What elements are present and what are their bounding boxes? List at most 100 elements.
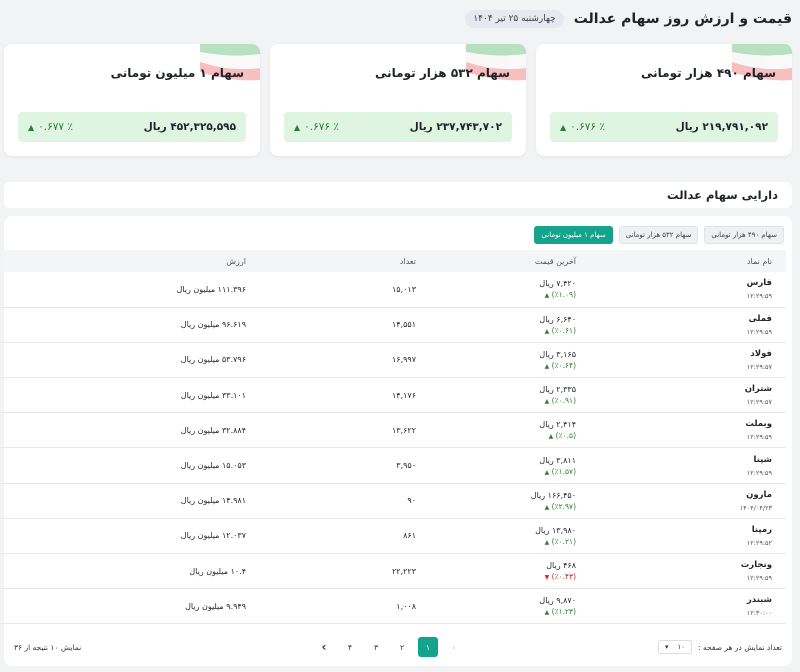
symbol-time: ۱۲:۲۹:۵۹: [746, 574, 772, 583]
cell-value: ۱۵.۰۵۳ میلیون ریال: [2, 448, 246, 483]
cell-price: ۲,۳۳۵ ریال (٪۰.۹۱) ▲: [416, 378, 576, 413]
table-row[interactable]: فولاد ۱۲:۲۹:۵۷ ۳,۱۶۵ ریال (٪۰.۶۴) ▲ ۱۶,۹۹۷ ۵۳…: [2, 342, 786, 378]
cell-symbol: ونجارت ۱۲:۲۹:۵۹: [576, 554, 786, 589]
per-page-label: تعداد نمایش در هر صفحه :: [698, 642, 782, 652]
cell-value: ۳۳.۱۰۱ میلیون ریال: [2, 378, 246, 413]
table-row[interactable]: ونجارت ۱۲:۲۹:۵۹ ۴۶۸ ریال (٪۰.۴۳) ▼ ۲۲,۲۲۳ ۱۰.…: [2, 554, 786, 589]
pagination-bar: تعداد نمایش در هر صفحه : ۱۰ ▾ ‹ ۱ ۲ ۳ ۴ …: [14, 636, 782, 658]
cell-value: ۵۳.۷۹۶ میلیون ریال: [2, 342, 246, 377]
cell-price: ۲,۴۱۴ ریال (٪۰.۵) ▲: [416, 413, 576, 448]
price-change: (٪۰.۲۱) ▲: [416, 537, 576, 546]
cell-symbol: مارون ۱۴۰۴/۰۴/۲۳: [576, 483, 786, 518]
cell-count: ۱,۰۰۸: [246, 589, 416, 624]
price-change: (٪۰.۶۴) ▲: [416, 361, 576, 370]
table-row[interactable]: شبندر ۱۲:۳۰:۰۰ ۹,۸۷۰ ریال (٪۱.۲۳) ▲ ۱,۰۰۸ ۹.۹…: [2, 589, 786, 624]
symbol-name: فولاد: [750, 348, 772, 359]
price-change: (٪۰.۵) ▲: [416, 431, 576, 440]
page-button-3[interactable]: ۳: [366, 637, 386, 657]
cell-price: ۶,۶۴۰ ریال (٪۰.۶۱) ▲: [416, 307, 576, 342]
last-price: ۷,۴۲۰ ریال: [539, 279, 576, 289]
holding-value: ۱۴.۹۸۱ میلیون ریال: [180, 496, 246, 506]
tab-532[interactable]: سهام ۵۳۲ هزار تومانی: [618, 226, 699, 244]
price-change-percent: (٪۱.۰۹): [551, 290, 576, 300]
card-1m[interactable]: سهام ۱ میلیون تومانی ۴۵۲,۳۲۵,۵۹۵ ریال ٪ …: [4, 44, 260, 156]
cell-count: ۱۴,۵۵۱: [246, 307, 416, 342]
price-change-percent: (٪۱.۵۷): [551, 466, 576, 476]
page-button-2[interactable]: ۲: [392, 637, 412, 657]
card-change-percent: ٪ ۰.۶۷۶: [304, 121, 340, 133]
price-change: (٪۰.۶۱) ▲: [416, 326, 576, 335]
card-value-strip: ۲۱۹,۷۹۱,۰۹۲ ریال ٪ ۰.۶۷۶ ▲: [550, 112, 778, 142]
cell-count: ۲۲,۲۲۳: [246, 554, 416, 589]
symbol-name: وبملت: [745, 419, 772, 430]
table-row[interactable]: فارس ۱۲:۲۹:۵۹ ۷,۴۲۰ ریال (٪۱.۰۹) ▲ ۱۵,۰۱۳ ۱۱۱…: [2, 272, 786, 308]
table-row[interactable]: شپنا ۱۲:۲۹:۵۹ ۳,۸۱۱ ریال (٪۱.۵۷) ▲ ۳,۹۵۰ ۱۵.۰…: [2, 448, 786, 484]
card-title: سهام ۴۹۰ هزار تومانی: [641, 66, 776, 80]
holding-value: ۹۶.۶۱۹ میلیون ریال: [180, 320, 246, 330]
card-532[interactable]: سهام ۵۳۲ هزار تومانی ۲۳۷,۷۴۳,۷۰۲ ریال ٪ …: [270, 44, 526, 156]
triangle-up-icon: ▲: [544, 609, 550, 617]
price-change: (٪۱.۵۷) ▲: [416, 467, 576, 476]
table-row[interactable]: رمپنا ۱۲:۲۹:۵۲ ۱۳,۹۸۰ ریال (٪۰.۲۱) ▲ ۸۶۱ ۱۲.۰…: [2, 518, 786, 554]
share-count: ۱۶,۹۹۷: [391, 355, 416, 365]
card-490[interactable]: سهام ۴۹۰ هزار تومانی ۲۱۹,۷۹۱,۰۹۲ ریال ٪ …: [536, 44, 792, 156]
card-change: ٪ ۰.۶۷۶ ▲: [294, 121, 339, 133]
header-value[interactable]: ارزش: [2, 250, 246, 272]
cell-count: ۱۵,۰۱۳: [246, 272, 416, 307]
cell-value: ۱۲.۰۳۷ میلیون ریال: [2, 518, 246, 553]
prev-page-button[interactable]: ‹: [444, 637, 464, 657]
symbol-time: ۱۲:۲۹:۵۲: [746, 538, 772, 547]
cell-value: ۱۴.۹۸۱ میلیون ریال: [2, 483, 246, 518]
summary-cards: سهام ۴۹۰ هزار تومانی ۲۱۹,۷۹۱,۰۹۲ ریال ٪ …: [4, 44, 792, 156]
cell-price: ۱۶۶,۴۵۰ ریال (٪۲.۹۷) ▲: [416, 483, 576, 518]
table-row[interactable]: وبملت ۱۲:۲۹:۵۹ ۲,۴۱۴ ریال (٪۰.۵) ▲ ۱۳,۶۲۲ ۳۲.…: [2, 413, 786, 448]
cell-symbol: وبملت ۱۲:۲۹:۵۹: [576, 413, 786, 448]
symbol-time: ۱۴۰۴/۰۴/۲۳: [739, 503, 772, 512]
last-price: ۲,۳۳۵ ریال: [539, 385, 576, 395]
triangle-up-icon: ▲: [544, 538, 550, 546]
header-count[interactable]: تعداد: [246, 250, 416, 272]
cell-value: ۱۰.۴ میلیون ریال: [2, 554, 246, 589]
cell-value: ۳۲.۸۸۴ میلیون ریال: [2, 413, 246, 448]
page-button-4[interactable]: ۴: [340, 637, 360, 657]
holding-value: ۳۲.۸۸۴ میلیون ریال: [180, 425, 246, 435]
share-count: ۸۶۱: [403, 531, 416, 541]
triangle-up-icon: ▲: [544, 503, 550, 511]
cell-price: ۷,۴۲۰ ریال (٪۱.۰۹) ▲: [416, 272, 576, 307]
card-value: ۴۵۲,۳۲۵,۵۹۵ ریال: [143, 121, 236, 133]
header-name[interactable]: نام نماد: [576, 250, 786, 272]
last-price: ۳,۱۶۵ ریال: [539, 349, 576, 359]
holding-value: ۱۵.۰۵۳ میلیون ریال: [180, 461, 246, 471]
cell-value: ۹۶.۶۱۹ میلیون ریال: [2, 307, 246, 342]
chevron-down-icon: ▾: [665, 643, 669, 651]
header-price[interactable]: آخرین قیمت: [416, 250, 576, 272]
next-page-button[interactable]: ›: [314, 637, 334, 657]
page-button-1[interactable]: ۱: [418, 637, 438, 657]
tab-490[interactable]: سهام ۴۹۰ هزار تومانی: [704, 226, 784, 244]
price-change-percent: (٪۰.۶۱): [551, 325, 576, 335]
table-header-row: نام نماد آخرین قیمت تعداد ارزش: [2, 250, 786, 272]
table-row[interactable]: شتران ۱۲:۲۹:۵۷ ۲,۳۳۵ ریال (٪۰.۹۱) ▲ ۱۴,۱۷۶ ۳۳…: [2, 378, 786, 413]
last-price: ۳,۸۱۱ ریال: [539, 455, 576, 465]
card-title: سهام ۵۳۲ هزار تومانی: [375, 66, 510, 80]
price-change: (٪۱.۰۹) ▲: [416, 290, 576, 299]
triangle-up-icon: ▲: [544, 468, 550, 476]
price-change-percent: (٪۰.۲۱): [551, 536, 576, 546]
per-page-select[interactable]: ۱۰ ▾: [658, 640, 693, 654]
symbol-name: شتران: [744, 384, 772, 395]
price-change-percent: (٪۱.۲۳): [551, 607, 576, 617]
table-row[interactable]: مارون ۱۴۰۴/۰۴/۲۳ ۱۶۶,۴۵۰ ریال (٪۲.۹۷) ▲ ۹۰ ۱۴…: [2, 483, 786, 519]
cell-price: ۴۶۸ ریال (٪۰.۴۳) ▼: [416, 554, 576, 589]
table-row[interactable]: فملی ۱۲:۲۹:۵۹ ۶,۶۴۰ ریال (٪۰.۶۱) ▲ ۱۴,۵۵۱ ۹۶.…: [2, 307, 786, 343]
per-page-value: ۱۰: [677, 643, 686, 651]
share-count: ۱۳,۶۲۲: [391, 425, 416, 435]
results-summary: نمایش ۱۰ نتیجه از ۳۶: [14, 642, 82, 652]
card-value-strip: ۲۳۷,۷۴۳,۷۰۲ ریال ٪ ۰.۶۷۶ ▲: [284, 112, 512, 142]
tab-1m[interactable]: سهام ۱ میلیون تومانی: [534, 226, 613, 244]
section-header: دارایی سهام عدالت: [4, 182, 792, 208]
card-value-strip: ۴۵۲,۳۲۵,۵۹۵ ریال ٪ ۰.۶۷۷ ▲: [18, 112, 246, 142]
card-value: ۲۳۷,۷۴۳,۷۰۲ ریال: [409, 121, 502, 133]
holding-value: ۹.۹۴۹ میلیون ریال: [185, 601, 246, 611]
price-change: (٪۰.۴۳) ▼: [416, 572, 576, 581]
page-buttons: ‹ ۱ ۲ ۳ ۴ ›: [314, 637, 464, 657]
